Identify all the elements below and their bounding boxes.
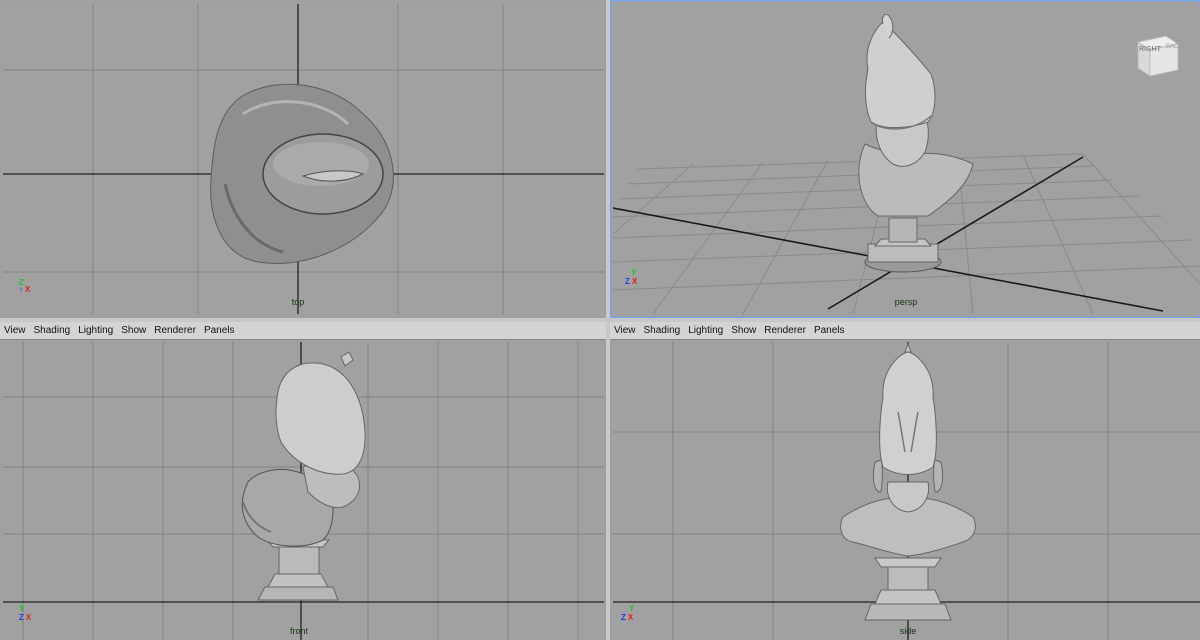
camera-label-persp: persp (894, 297, 918, 307)
menu-show[interactable]: Show (121, 325, 146, 336)
axis-gizmo-top: Z ↑ X (19, 278, 31, 294)
menu-view[interactable]: View (614, 325, 636, 336)
viewcube (1136, 35, 1180, 77)
axis-z-label: Z (19, 613, 24, 622)
viewport-top[interactable]: Z ↑ X top (3, 4, 604, 314)
side-grid (613, 342, 1200, 640)
axis-x-label: X (25, 285, 31, 294)
viewport-side[interactable]: Y ZX side (613, 342, 1200, 640)
persp-grid (613, 13, 1200, 314)
axis-y-label: Y (19, 604, 25, 613)
viewcube-right-face[interactable]: RIGHT (1139, 46, 1161, 53)
bust-side-view (840, 342, 976, 621)
menu-renderer[interactable]: Renderer (154, 325, 196, 336)
axis-z-label: Z (625, 277, 630, 286)
viewcube-back-face[interactable]: BACK (1166, 44, 1182, 50)
menu-lighting[interactable]: Lighting (688, 325, 723, 336)
panel-top: Z ↑ X top (0, 0, 606, 318)
panel-persp: RIGHT BACK Y ZX persp (610, 0, 1200, 318)
axis-y-label: Y (629, 604, 635, 613)
axis-x-label: X (627, 613, 634, 622)
top-grid (3, 4, 604, 314)
axis-gizmo-persp: Y ZX (625, 268, 637, 286)
menu-show[interactable]: Show (731, 325, 756, 336)
menu-renderer[interactable]: Renderer (764, 325, 806, 336)
viewport-persp[interactable]: RIGHT BACK Y ZX persp (613, 4, 1200, 314)
camera-label-top: top (291, 297, 305, 307)
axis-x-label: X (631, 277, 638, 286)
menu-shading[interactable]: Shading (34, 325, 71, 336)
panel-front: View Shading Lighting Show Renderer Pane… (0, 322, 606, 640)
menubar-front: View Shading Lighting Show Renderer Pane… (0, 322, 606, 340)
menu-panels[interactable]: Panels (204, 325, 235, 336)
bust-front-view (241, 351, 366, 601)
front-grid (3, 342, 604, 640)
camera-label-side: side (899, 626, 917, 636)
menu-view[interactable]: View (4, 325, 26, 336)
axis-gizmo-side: Y ZX (621, 604, 634, 622)
menu-panels[interactable]: Panels (814, 325, 845, 336)
panel-side: View Shading Lighting Show Renderer Pane… (610, 322, 1200, 640)
menubar-side: View Shading Lighting Show Renderer Pane… (610, 322, 1200, 340)
axis-z-label: Z (621, 613, 626, 622)
axis-x-label: X (25, 613, 32, 622)
bust-top-view (210, 83, 394, 264)
axis-y-label: Y (631, 268, 637, 277)
viewport-front[interactable]: Y ZX front (3, 342, 604, 640)
menu-lighting[interactable]: Lighting (78, 325, 113, 336)
camera-label-front: front (289, 626, 309, 636)
menu-shading[interactable]: Shading (644, 325, 681, 336)
axis-gizmo-front: Y ZX (19, 604, 31, 622)
